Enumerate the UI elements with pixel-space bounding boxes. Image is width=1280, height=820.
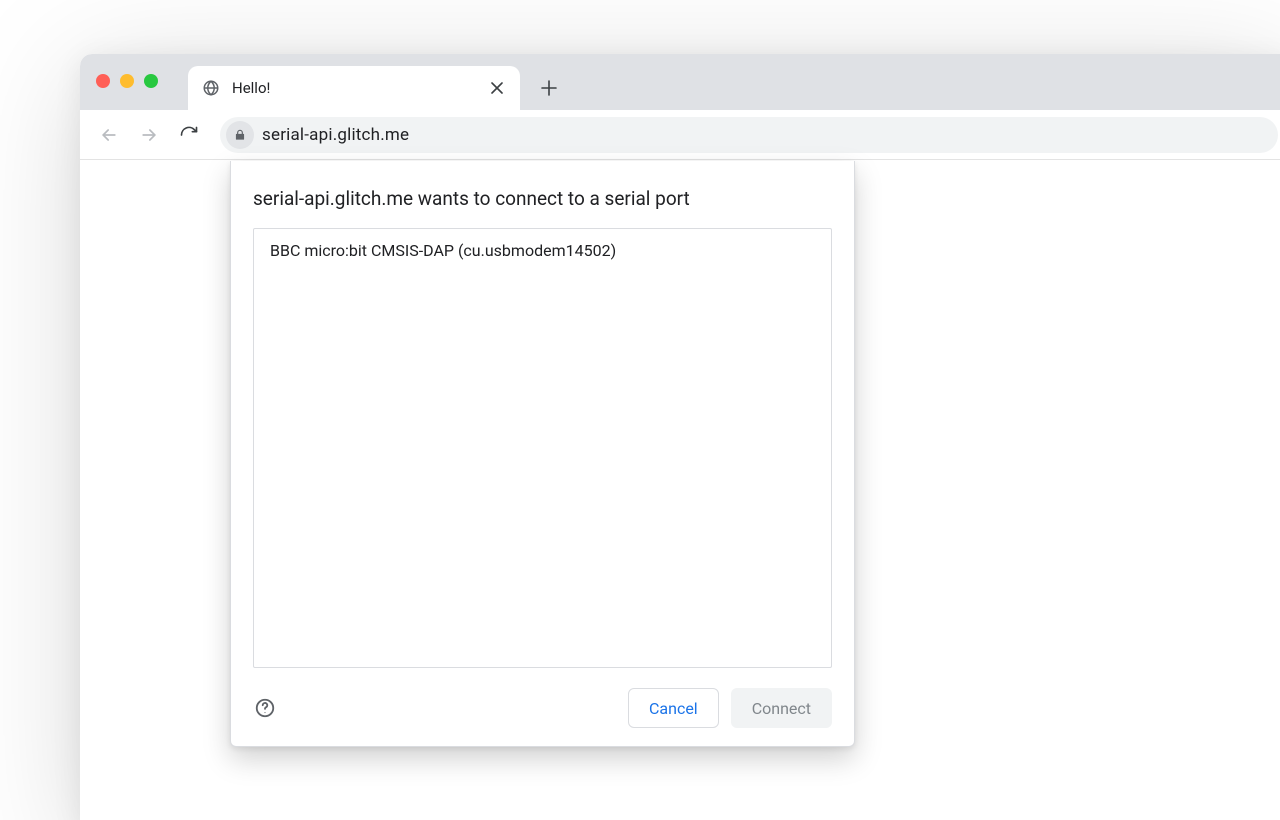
- globe-icon: [202, 79, 220, 97]
- cancel-button[interactable]: Cancel: [628, 688, 719, 728]
- tab-close-button[interactable]: [488, 79, 506, 97]
- reload-icon: [179, 125, 199, 145]
- browser-window: Hello!: [80, 54, 1280, 820]
- site-security-chip[interactable]: [226, 121, 254, 149]
- reload-button[interactable]: [172, 118, 206, 152]
- window-controls: [96, 74, 158, 88]
- arrow-right-icon: [139, 125, 159, 145]
- tab-title: Hello!: [232, 79, 476, 97]
- stage: Hello!: [0, 0, 1280, 820]
- device-list-item[interactable]: BBC micro:bit CMSIS-DAP (cu.usbmodem1450…: [254, 229, 831, 272]
- toolbar: serial-api.glitch.me: [80, 110, 1280, 160]
- serial-port-dialog: serial-api.glitch.me wants to connect to…: [230, 161, 855, 747]
- window-close-button[interactable]: [96, 74, 110, 88]
- url-text: serial-api.glitch.me: [262, 125, 409, 145]
- back-button[interactable]: [92, 118, 126, 152]
- new-tab-button[interactable]: [532, 71, 566, 105]
- dialog-heading: serial-api.glitch.me wants to connect to…: [253, 187, 832, 210]
- forward-button[interactable]: [132, 118, 166, 152]
- plus-icon: [541, 80, 557, 96]
- address-bar[interactable]: serial-api.glitch.me: [220, 117, 1278, 153]
- window-zoom-button[interactable]: [144, 74, 158, 88]
- close-icon: [491, 82, 503, 94]
- help-icon: [254, 697, 276, 719]
- connect-button[interactable]: Connect: [731, 688, 832, 728]
- browser-shadow: Hello!: [80, 54, 1280, 820]
- page-content: serial-api.glitch.me wants to connect to…: [80, 160, 1280, 820]
- window-minimize-button[interactable]: [120, 74, 134, 88]
- lock-icon: [233, 128, 247, 142]
- arrow-left-icon: [99, 125, 119, 145]
- tab-strip: Hello!: [80, 54, 1280, 110]
- dialog-footer: Cancel Connect: [253, 688, 832, 728]
- browser-tab[interactable]: Hello!: [188, 66, 520, 110]
- device-list[interactable]: BBC micro:bit CMSIS-DAP (cu.usbmodem1450…: [253, 228, 832, 668]
- help-button[interactable]: [253, 696, 277, 720]
